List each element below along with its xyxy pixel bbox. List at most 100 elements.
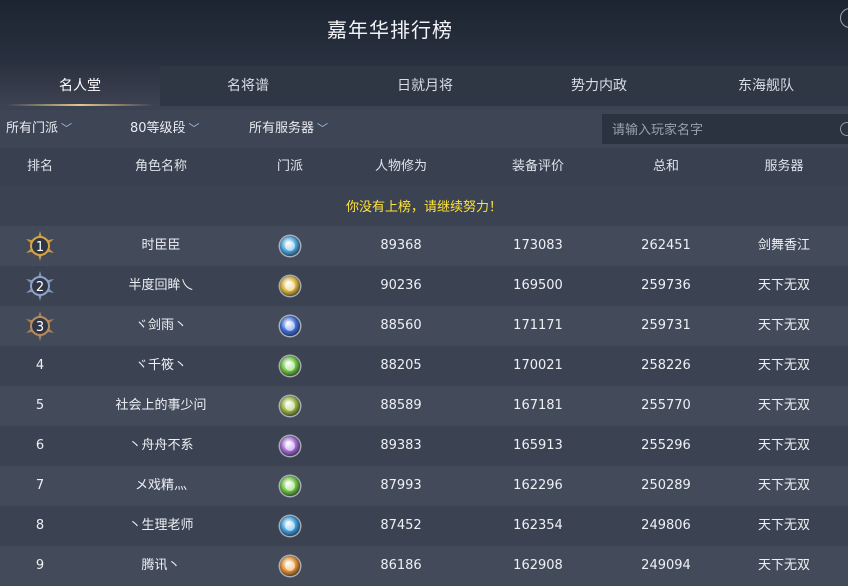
table-row[interactable]: 9 腾讯丶 86186 162908 249094 天下无双 — [0, 546, 848, 586]
cultivation-value: 89368 — [380, 238, 422, 253]
player-search-input[interactable] — [610, 120, 824, 140]
column-header-server: 服务器 — [764, 159, 804, 174]
sect-emblem-icon — [280, 236, 300, 256]
rank-number: 5 — [35, 398, 45, 413]
sect-emblem-icon — [280, 276, 300, 296]
server-name: 天下无双 — [757, 318, 810, 333]
rank-number: 6 — [35, 438, 45, 453]
tab-east-sea-fleet[interactable]: 东海舰队 — [684, 66, 848, 106]
tab-generals[interactable]: 名将谱 — [160, 66, 336, 106]
column-header-sect: 门派 — [276, 159, 303, 174]
player-name[interactable]: 时臣臣 — [90, 226, 232, 266]
total-value: 255770 — [641, 398, 691, 413]
chevron-down-icon: ﹀ — [317, 122, 329, 135]
cultivation-value: 86186 — [380, 558, 422, 573]
equipment-value: 165913 — [513, 438, 563, 453]
column-header-equipment: 装备评价 — [511, 159, 564, 174]
chevron-down-icon: ﹀ — [61, 122, 73, 135]
rank-medal-icon: 2 — [24, 270, 56, 302]
cultivation-value: 89383 — [380, 438, 422, 453]
player-name[interactable]: ヾ剑雨丶 — [90, 306, 232, 346]
sect-emblem-icon — [280, 516, 300, 536]
title-bar: 嘉年华排行榜 — [0, 0, 848, 66]
rank-number: 1 — [36, 240, 44, 255]
rank-number: 9 — [35, 558, 45, 573]
table-row[interactable]: 3 ヾ剑雨丶 88560 171171 259731 天下无双 — [0, 306, 848, 346]
equipment-value: 170021 — [513, 358, 563, 373]
tab-daily-progress[interactable]: 日就月将 — [336, 66, 514, 106]
tab-bar: 名人堂 名将谱 日就月将 势力内政 东海舰队 — [0, 66, 848, 106]
cultivation-value: 88589 — [380, 398, 422, 413]
table-row[interactable]: 4 ヾ千筱丶 88205 170021 258226 天下无双 — [0, 346, 848, 386]
sect-emblem-icon — [280, 396, 300, 416]
search-icon[interactable] — [840, 122, 848, 136]
rank-number: 3 — [36, 320, 44, 335]
total-value: 262451 — [641, 238, 691, 253]
total-value: 258226 — [641, 358, 691, 373]
level-filter-dropdown[interactable]: 80等级段 ﹀ — [130, 110, 200, 148]
table-header: 排名 角色名称 门派 人物修为 装备评价 总和 服务器 — [0, 148, 848, 186]
equipment-value: 171171 — [513, 318, 563, 333]
player-name[interactable]: 半度回眸乀 — [90, 266, 232, 306]
sect-emblem-icon — [280, 556, 300, 576]
server-filter-dropdown[interactable]: 所有服务器 ﹀ — [249, 110, 328, 148]
server-name: 天下无双 — [757, 518, 810, 533]
column-header-total: 总和 — [652, 159, 679, 174]
table-row[interactable]: 2 半度回眸乀 90236 169500 259736 天下无双 — [0, 266, 848, 306]
player-name[interactable]: 社会上的事少问 — [90, 386, 232, 426]
total-value: 259731 — [641, 318, 691, 333]
tab-faction-affairs[interactable]: 势力内政 — [514, 66, 684, 106]
cultivation-value: 90236 — [380, 278, 422, 293]
table-row[interactable]: 7 メ戏精灬 87993 162296 250289 天下无双 — [0, 466, 848, 506]
player-name[interactable]: 丶生理老师 — [90, 506, 232, 546]
table-row[interactable]: 6 丶舟舟不系 89383 165913 255296 天下无双 — [0, 426, 848, 466]
server-filter-label: 所有服务器 — [249, 121, 315, 136]
table-row[interactable]: 5 社会上的事少问 88589 167181 255770 天下无双 — [0, 386, 848, 426]
server-name: 天下无双 — [757, 558, 810, 573]
sect-emblem-icon — [280, 316, 300, 336]
equipment-value: 173083 — [513, 238, 563, 253]
column-header-name: 角色名称 — [134, 159, 187, 174]
total-value: 249094 — [641, 558, 691, 573]
total-value: 249806 — [641, 518, 691, 533]
equipment-value: 162296 — [513, 478, 563, 493]
table-row[interactable]: 8 丶生理老师 87452 162354 249806 天下无双 — [0, 506, 848, 546]
server-name: 天下无双 — [757, 438, 810, 453]
equipment-value: 169500 — [513, 278, 563, 293]
rank-number: 8 — [35, 518, 45, 533]
server-name: 剑舞香江 — [757, 238, 810, 253]
equipment-value: 162354 — [513, 518, 563, 533]
server-name: 天下无双 — [757, 398, 810, 413]
column-header-cultivation: 人物修为 — [374, 159, 427, 174]
rank-medal-icon: 1 — [24, 230, 56, 262]
level-filter-label: 80等级段 — [130, 121, 186, 136]
chevron-down-icon: ﹀ — [188, 122, 200, 135]
sect-filter-label: 所有门派 — [6, 121, 59, 136]
page-title: 嘉年华排行榜 — [327, 18, 453, 42]
rank-number: 7 — [35, 478, 45, 493]
sect-emblem-icon — [280, 356, 300, 376]
player-name[interactable]: メ戏精灬 — [90, 466, 232, 506]
total-value: 259736 — [641, 278, 691, 293]
player-name[interactable]: 丶舟舟不系 — [90, 426, 232, 466]
player-name[interactable]: ヾ千筱丶 — [90, 346, 232, 386]
server-name: 天下无双 — [757, 358, 810, 373]
total-value: 255296 — [641, 438, 691, 453]
cultivation-value: 87452 — [380, 518, 422, 533]
column-header-rank: 排名 — [26, 159, 53, 174]
not-ranked-notice: 你没有上榜，请继续努力！ — [345, 200, 502, 215]
sect-emblem-icon — [280, 436, 300, 456]
player-name[interactable]: 腾讯丶 — [90, 546, 232, 586]
rank-number: 4 — [35, 358, 45, 373]
equipment-value: 162908 — [513, 558, 563, 573]
rank-medal-icon: 3 — [24, 310, 56, 342]
table-row[interactable]: 1 时臣臣 89368 173083 262451 剑舞香江 — [0, 226, 848, 266]
server-name: 天下无双 — [757, 278, 810, 293]
cultivation-value: 87993 — [380, 478, 422, 493]
tab-hall-of-fame[interactable]: 名人堂 — [0, 66, 160, 106]
equipment-value: 167181 — [513, 398, 563, 413]
cultivation-value: 88560 — [380, 318, 422, 333]
sect-filter-dropdown[interactable]: 所有门派 ﹀ — [6, 110, 72, 148]
close-icon[interactable] — [840, 8, 848, 28]
rank-number: 2 — [36, 280, 44, 295]
